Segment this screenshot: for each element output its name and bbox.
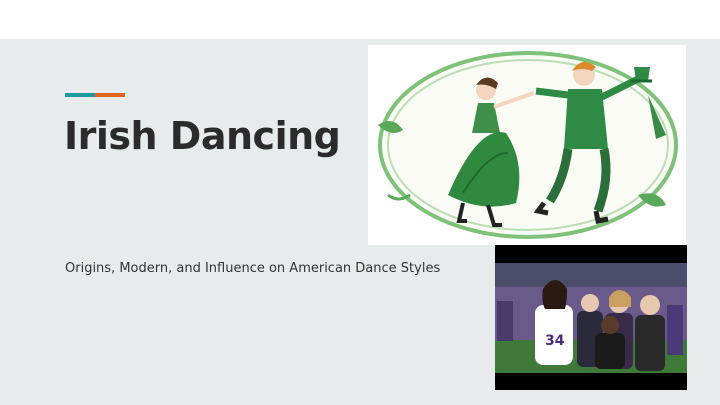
title-accent-bar bbox=[65, 93, 125, 97]
svg-text:34: 34 bbox=[545, 333, 565, 349]
accent-teal-segment bbox=[65, 93, 95, 97]
football-player-group-photo: 34 bbox=[495, 245, 687, 390]
slide-subtitle: Origins, Modern, and Influence on Americ… bbox=[65, 261, 441, 276]
irish-dancers-illustration bbox=[368, 45, 686, 245]
top-margin bbox=[0, 0, 720, 39]
slide-title: Irish Dancing bbox=[64, 114, 341, 158]
accent-orange-segment bbox=[95, 93, 125, 97]
